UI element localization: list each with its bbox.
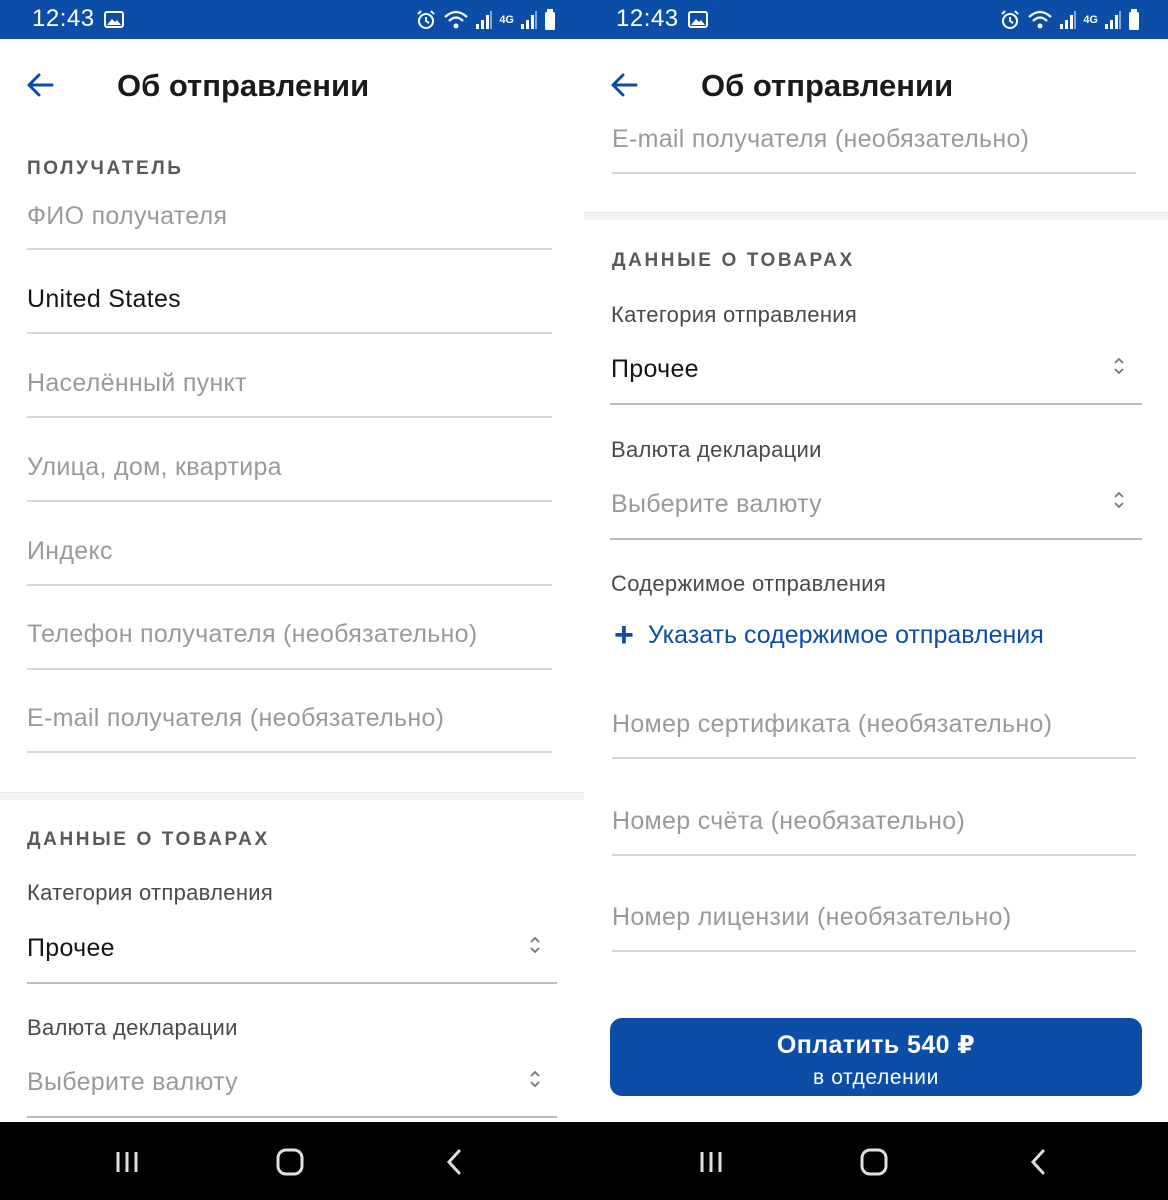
pay-button-label: Оплатить 540 ₽ (776, 1031, 976, 1059)
recipient-phone-field[interactable]: Телефон получателя (необязательно) (27, 620, 477, 649)
goods-section-label: ДАННЫЕ О ТОВАРАХ (612, 250, 855, 271)
battery-icon (545, 9, 555, 30)
field-underline (612, 854, 1136, 856)
page-title: Об отправлении (701, 68, 954, 103)
status-time: 12:43 (32, 5, 95, 32)
page-title: Об отправлении (117, 68, 370, 103)
nav-recents-button[interactable] (107, 1146, 147, 1178)
alarm-icon (417, 10, 436, 29)
recipient-street-field[interactable]: Улица, дом, квартира (27, 453, 282, 482)
goods-section-label: ДАННЫЕ О ТОВАРАХ (27, 829, 270, 850)
field-underline (27, 668, 552, 670)
currency-select[interactable]: Выберите валюту (611, 490, 822, 519)
back-icon (1030, 1149, 1045, 1175)
field-underline (612, 757, 1136, 759)
license-number-field[interactable]: Номер лицензии (необязательно) (612, 903, 1012, 932)
currency-label: Валюта декларации (27, 1015, 238, 1040)
field-underline (27, 751, 552, 753)
recipient-country-field[interactable]: United States (27, 285, 181, 314)
select-arrows-icon (530, 1070, 540, 1088)
field-underline (27, 982, 557, 984)
invoice-number-field[interactable]: Номер счёта (необязательно) (612, 807, 965, 836)
recents-icon (700, 1152, 722, 1172)
back-arrow-icon[interactable] (610, 71, 638, 99)
add-contents-link[interactable]: + Указать содержимое отправления (614, 618, 1044, 652)
field-underline (27, 248, 552, 250)
recents-icon (116, 1152, 138, 1172)
category-label: Категория отправления (611, 302, 858, 327)
certificate-number-field[interactable]: Номер сертификата (необязательно) (612, 710, 1052, 739)
signal-icon (1060, 11, 1077, 29)
status-time: 12:43 (616, 5, 679, 32)
nav-back-button[interactable] (1018, 1146, 1058, 1178)
field-underline (27, 584, 552, 586)
section-divider (584, 212, 1168, 220)
category-select[interactable]: Прочее (27, 934, 115, 963)
recipient-email-field[interactable]: E-mail получателя (необязательно) (27, 704, 444, 733)
field-underline (27, 416, 552, 418)
field-underline (27, 332, 552, 334)
select-arrows-icon (1114, 491, 1124, 509)
wifi-icon (1028, 10, 1053, 29)
nav-recents-button[interactable] (691, 1146, 731, 1178)
section-divider (0, 792, 584, 800)
contents-label: Содержимое отправления (611, 571, 887, 596)
signal-icon (476, 11, 493, 29)
recipient-name-field[interactable]: ФИО получателя (27, 202, 227, 231)
field-underline (610, 538, 1142, 540)
back-icon (446, 1149, 461, 1175)
recipient-email-field[interactable]: E-mail получателя (необязательно) (612, 125, 1029, 154)
network-type-label: 4G (1083, 14, 1098, 26)
field-underline (27, 500, 552, 502)
wifi-icon (444, 10, 469, 29)
recipient-section-label: ПОЛУЧАТЕЛЬ (27, 158, 184, 179)
nav-home-button[interactable] (854, 1146, 894, 1178)
signal-icon-2 (521, 11, 537, 29)
category-label: Категория отправления (27, 880, 274, 905)
select-arrows-icon (1114, 357, 1124, 375)
field-underline (27, 1116, 557, 1118)
home-icon (276, 1148, 304, 1176)
select-arrows-icon (530, 936, 540, 954)
screen-right: 12:43 4G Об отправлении E-mail получател… (584, 0, 1168, 1200)
network-type-label: 4G (499, 14, 514, 26)
field-underline (610, 403, 1142, 405)
currency-select[interactable]: Выберите валюту (27, 1068, 238, 1097)
app-header: Об отправлении (584, 39, 1168, 103)
alarm-icon (1001, 10, 1020, 29)
signal-icon-2 (1105, 11, 1121, 29)
pay-button-sublabel: в отделении (813, 1066, 939, 1089)
status-bar: 12:43 4G (0, 0, 584, 39)
system-nav-bar (0, 1122, 584, 1200)
recipient-city-field[interactable]: Населённый пункт (27, 369, 247, 398)
currency-label: Валюта декларации (611, 437, 822, 462)
nav-home-button[interactable] (270, 1146, 310, 1178)
field-underline (612, 172, 1136, 174)
system-nav-bar (584, 1122, 1168, 1200)
nav-back-button[interactable] (434, 1146, 474, 1178)
add-contents-label: Указать содержимое отправления (647, 620, 1044, 649)
image-notification-icon (688, 11, 708, 28)
category-select[interactable]: Прочее (611, 355, 699, 384)
status-bar: 12:43 4G (584, 0, 1168, 39)
image-notification-icon (104, 11, 124, 28)
screen-left: 12:43 4G Об отправлении ПОЛУЧАТЕЛЬ ФИО п… (0, 0, 584, 1200)
app-header: Об отправлении (0, 39, 584, 131)
battery-icon (1129, 9, 1139, 30)
recipient-index-field[interactable]: Индекс (27, 537, 113, 566)
pay-button[interactable]: Оплатить 540 ₽ в отделении (610, 1018, 1142, 1096)
back-arrow-icon[interactable] (26, 71, 54, 99)
field-underline (612, 950, 1136, 952)
home-icon (860, 1148, 888, 1176)
plus-icon: + (614, 616, 634, 654)
